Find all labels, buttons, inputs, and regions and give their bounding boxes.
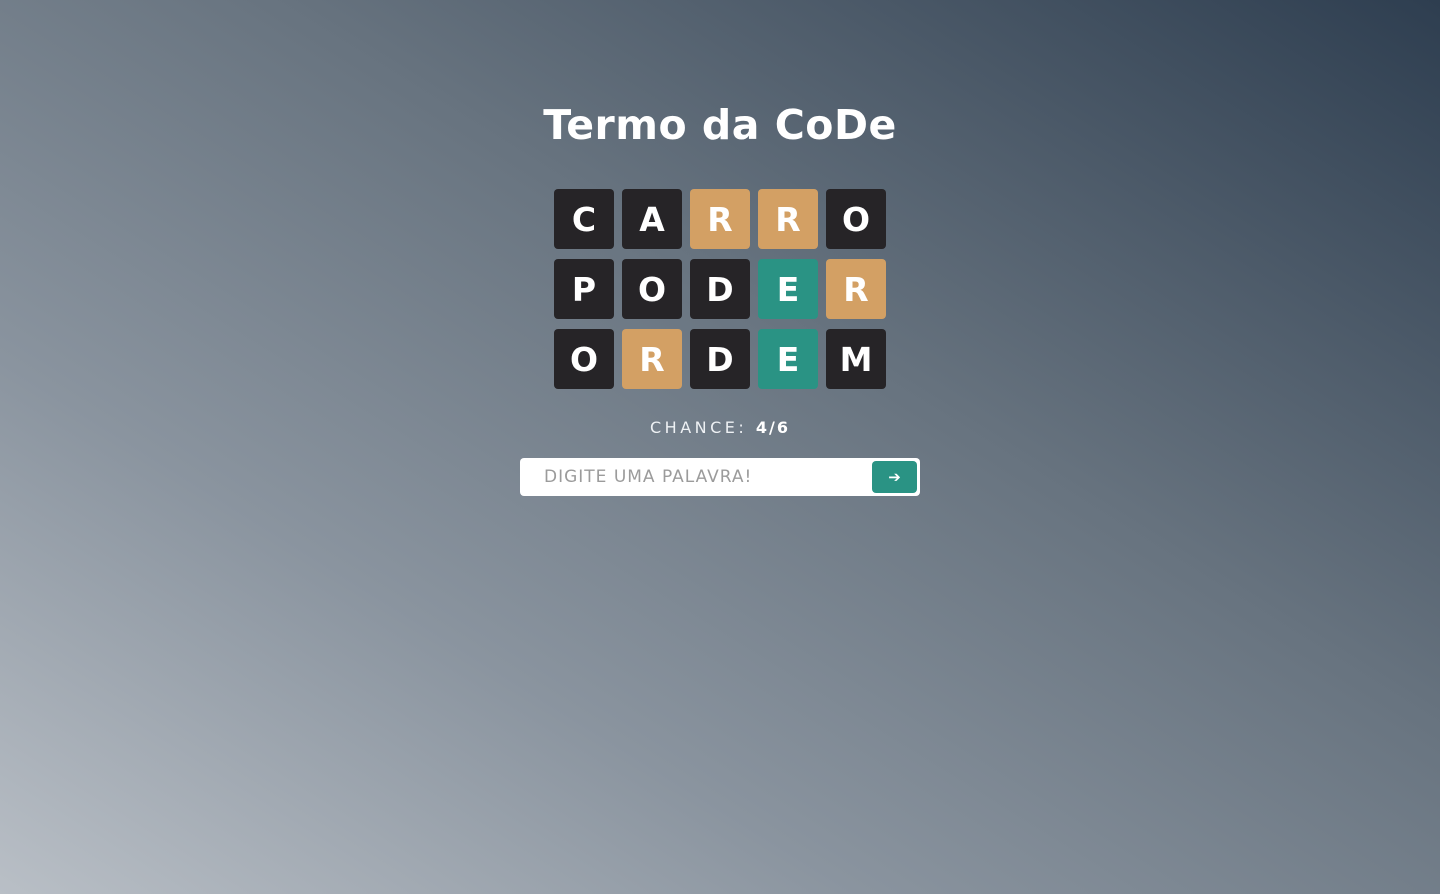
- guess-board: CARROPODERORDEM: [554, 189, 886, 399]
- page-title: Termo da CoDe: [543, 101, 897, 149]
- letter-tile-present: R: [622, 329, 682, 389]
- board-row: ORDEM: [554, 329, 886, 389]
- letter-tile-absent: P: [554, 259, 614, 319]
- guess-form: ➔: [520, 458, 920, 496]
- letter-tile-absent: D: [690, 259, 750, 319]
- chance-label: CHANCE:: [650, 418, 748, 437]
- letter-tile-absent: O: [826, 189, 886, 249]
- arrow-right-icon: ➔: [888, 468, 901, 486]
- board-row: PODER: [554, 259, 886, 319]
- chance-value: 4/6: [755, 418, 790, 437]
- board-row: CARRO: [554, 189, 886, 249]
- submit-button[interactable]: ➔: [872, 461, 917, 493]
- letter-tile-absent: C: [554, 189, 614, 249]
- letter-tile-present: R: [758, 189, 818, 249]
- letter-tile-absent: D: [690, 329, 750, 389]
- letter-tile-absent: A: [622, 189, 682, 249]
- word-input[interactable]: [520, 458, 870, 496]
- letter-tile-present: R: [826, 259, 886, 319]
- letter-tile-correct: E: [758, 259, 818, 319]
- letter-tile-absent: O: [622, 259, 682, 319]
- letter-tile-absent: O: [554, 329, 614, 389]
- letter-tile-correct: E: [758, 329, 818, 389]
- letter-tile-present: R: [690, 189, 750, 249]
- letter-tile-absent: M: [826, 329, 886, 389]
- chance-counter: CHANCE: 4/6: [0, 417, 1440, 439]
